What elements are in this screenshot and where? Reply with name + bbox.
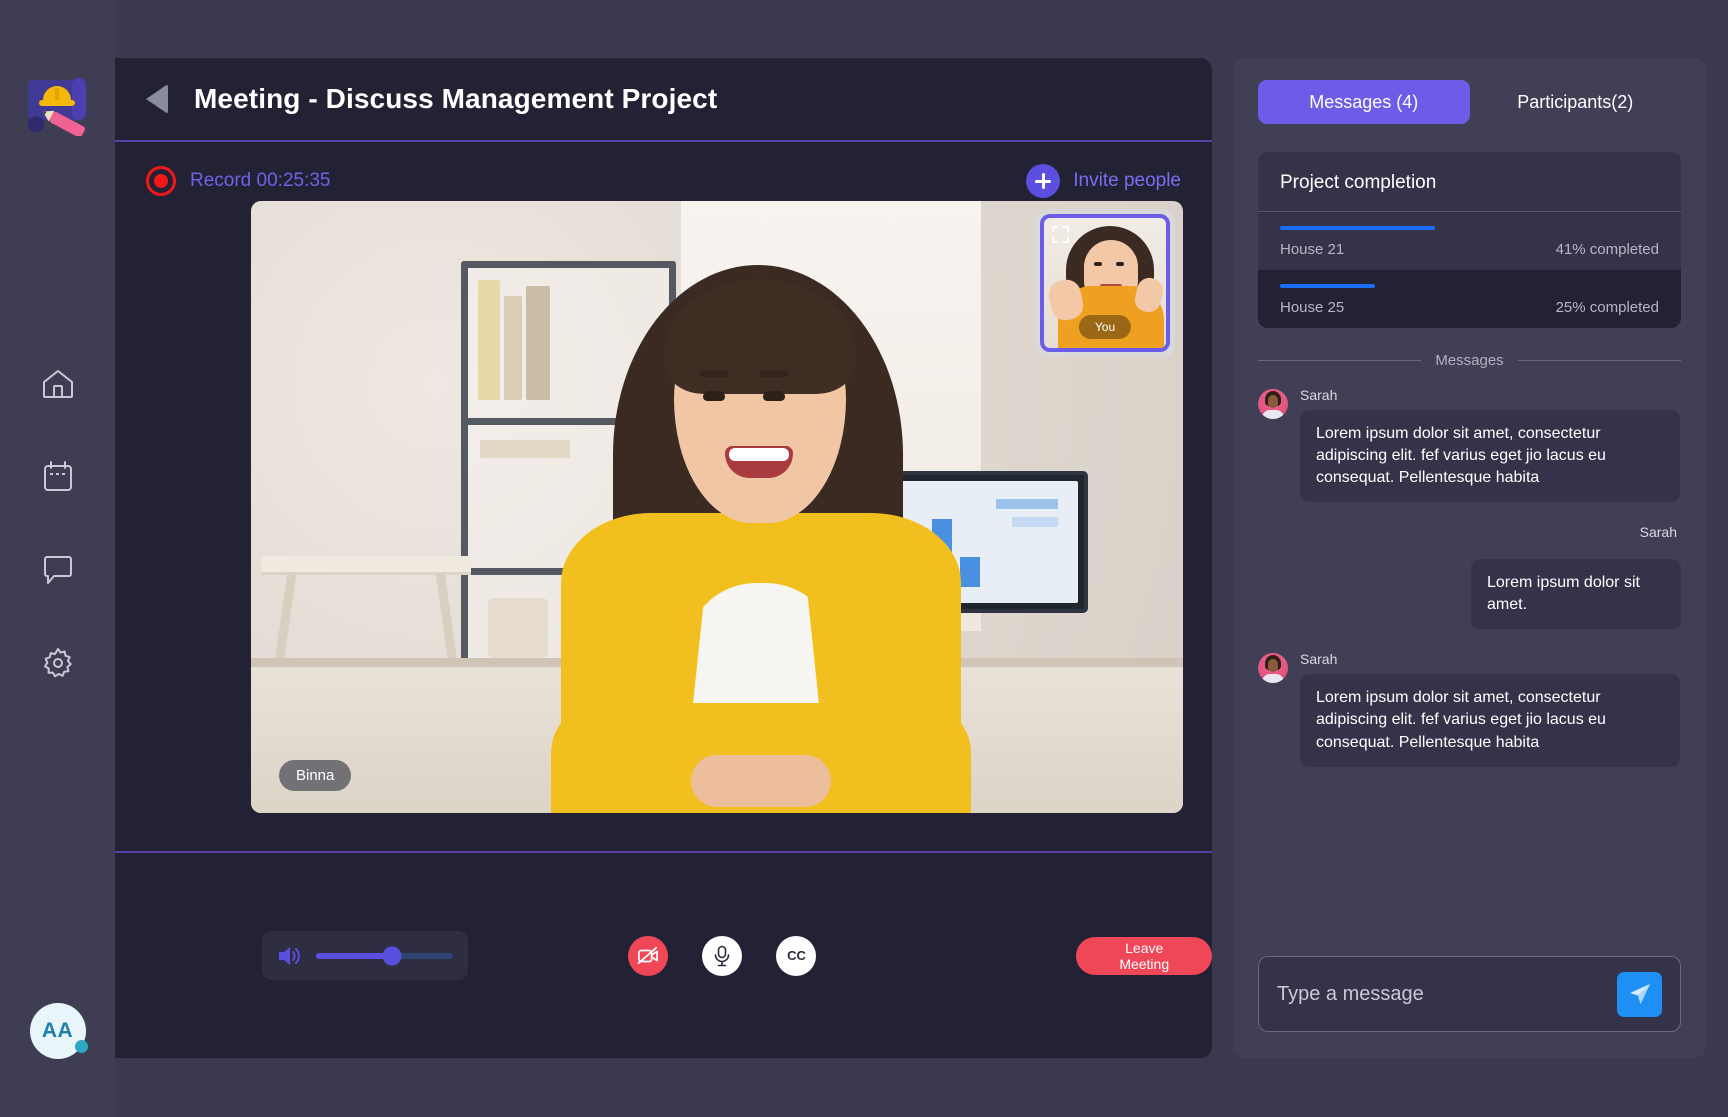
message-list[interactable]: Sarah Lorem ipsum dolor sit amet, consec… [1233,369,1706,956]
progress-percent: 25% completed [1555,299,1659,316]
cc-label: CC [787,948,806,963]
home-icon [42,370,73,398]
message-sender: Sarah [1300,387,1338,403]
avatar-initials: AA [41,1019,74,1042]
volume-control[interactable] [262,931,469,980]
meeting-controls: CC Leave Meeting [115,853,1212,1058]
app-logo[interactable] [25,74,91,138]
sidebar-item-messages[interactable] [38,550,78,590]
tab-participants[interactable]: Participants(2) [1470,80,1682,124]
avatar [1258,653,1288,684]
list-item: Sarah Lorem ipsum dolor sit amet, consec… [1258,651,1681,767]
message-body: Sarah Lorem ipsum dolor sit amet, consec… [1300,651,1681,767]
message-bubble: Lorem ipsum dolor sit amet. [1471,559,1681,630]
blueprint-hardhat-logo [27,78,86,138]
sidebar-item-settings[interactable] [38,643,78,683]
plus-circle-icon [1026,164,1061,198]
messages-divider: Messages [1233,328,1706,369]
gear-icon [43,648,72,678]
main-video[interactable]: Binna You [251,201,1183,813]
camera-off-icon [638,946,659,964]
record-icon [146,166,176,196]
invite-label: Invite people [1073,170,1181,191]
message-input[interactable] [1277,982,1617,1006]
closed-caption-button[interactable]: CC [776,935,817,976]
list-item: Sarah Lorem ipsum dolor sit amet. [1258,524,1681,630]
back-triangle-icon[interactable] [146,84,168,114]
project-completion-card: Project completion House 21 41% complete… [1258,152,1681,328]
messages-divider-label: Messages [1435,352,1504,369]
message-sender: Sarah [1300,651,1338,668]
chat-tabs: Messages (4) Participants(2) [1233,58,1706,124]
speaker-figure [541,243,971,813]
message-bubble: Lorem ipsum dolor sit amet, consectetur … [1300,410,1680,503]
avatar[interactable]: AA [29,1003,88,1059]
sidebar-item-calendar[interactable] [38,457,78,497]
main-stage: Meeting - Discuss Management Project Rec… [115,0,1728,1117]
message-sender: Sarah [1639,524,1677,541]
expand-icon[interactable] [1052,226,1069,243]
self-view[interactable]: You [1035,209,1175,357]
speaker-name-badge: Binna [279,760,352,791]
tab-messages[interactable]: Messages (4) [1258,80,1470,124]
send-button[interactable] [1617,971,1662,1017]
record-label: Record 00:25:35 [190,170,331,191]
chat-icon [43,556,72,584]
leave-meeting-button[interactable]: Leave Meeting [1076,936,1212,975]
self-view-label: You [1078,315,1132,339]
progress-track [1280,284,1659,288]
camera-toggle-button[interactable] [628,935,669,976]
list-item: Sarah Lorem ipsum dolor sit amet, consec… [1258,387,1681,503]
status-dot [74,1040,88,1053]
meeting-app: AA Meeting - Discuss Management Project … [0,0,1728,1117]
progress-meta: House 25 25% completed [1280,299,1659,316]
meeting-panel: Meeting - Discuss Management Project Rec… [115,58,1212,1058]
chat-panel: Messages (4) Participants(2) Project com… [1233,58,1706,1058]
project-completion-title: Project completion [1258,152,1681,212]
volume-slider[interactable] [316,946,454,965]
progress-meta: House 21 41% completed [1280,241,1659,258]
speaker-volume-icon[interactable] [277,945,302,967]
avatar [1258,389,1288,419]
progress-label: House 25 [1280,299,1345,316]
invite-people-button[interactable]: Invite people [1026,164,1181,198]
side-table [261,556,471,693]
sidebar-nav [38,364,78,683]
sidebar-item-home[interactable] [38,364,78,404]
send-paper-plane-icon [1629,984,1650,1004]
progress-row-house-21: House 21 41% completed [1258,212,1681,270]
microphone-icon [715,945,730,966]
progress-track [1280,226,1659,230]
message-body: Sarah Lorem ipsum dolor sit amet, consec… [1300,387,1681,503]
progress-row-house-25: House 25 25% completed [1258,270,1681,328]
microphone-button[interactable] [702,935,743,976]
left-sidebar: AA [0,0,115,1117]
self-view-video: You [1040,214,1170,352]
message-composer [1233,956,1706,1058]
page-title: Meeting - Discuss Management Project [194,83,718,114]
message-bubble: Lorem ipsum dolor sit amet, consectetur … [1300,674,1680,767]
progress-label: House 21 [1280,241,1345,258]
record-button[interactable]: Record 00:25:35 [146,166,331,196]
meeting-titlebar: Meeting - Discuss Management Project [115,58,1212,142]
composer-box [1258,956,1681,1032]
calendar-icon [43,461,72,491]
progress-percent: 41% completed [1555,241,1659,258]
